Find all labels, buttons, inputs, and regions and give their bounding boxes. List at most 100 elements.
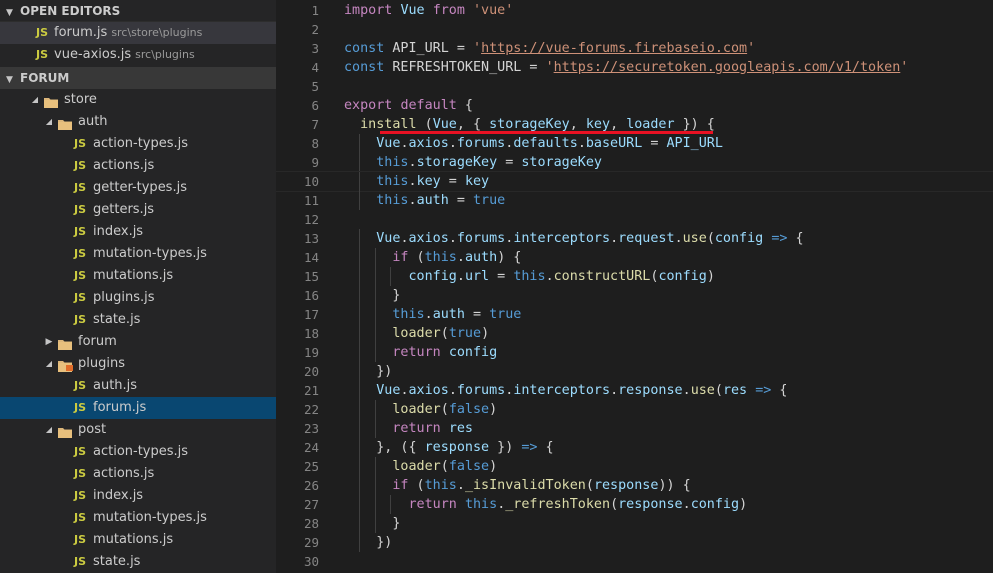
code-line: 9 this.storageKey = storageKey [276,153,993,172]
line-code: loader(true) [344,324,489,343]
open-editor-item[interactable]: JS forum.js src\store\plugins [0,22,276,44]
file-item[interactable]: JS mutations.js [0,529,276,551]
code-token: . [456,250,465,265]
open-editor-name: forum.js [54,25,108,40]
code-token: install [360,117,417,132]
code-token: axios [408,383,449,398]
file-item[interactable]: JS actions.js [0,155,276,177]
js-file-icon: JS [74,269,87,282]
code-token: loader [626,117,675,132]
code-token: constructURL [553,269,651,284]
file-item[interactable]: JS auth.js [0,375,276,397]
code-token: config [448,345,498,360]
code-token: ) [706,269,715,284]
code-token: return [392,345,441,360]
file-item[interactable]: JS index.js [0,485,276,507]
folder-open-icon [58,424,72,438]
code-editor[interactable]: 1 import Vue from 'vue' 2 3 const API_URL = … [276,0,993,573]
code-token: . [448,383,457,398]
file-item[interactable]: JS getter-types.js [0,177,276,199]
line-code: const REFRESHTOKEN_URL = 'https://secure… [344,58,908,77]
plugin-folder-icon [58,358,73,372]
chevron-right-icon[interactable]: ▶ [43,331,55,353]
folder-icon [58,336,72,350]
chevron-down-icon[interactable]: ◢ [43,419,55,441]
line-number: 24 [303,440,319,455]
code-token: ' [545,60,554,75]
line-code: const API_URL = 'https://vue-forums.fire… [344,39,755,58]
file-item[interactable]: JS getters.js [0,199,276,221]
file-item[interactable]: JS action-types.js [0,133,276,155]
line-number: 27 [303,497,319,512]
line-number: 29 [303,535,319,550]
code-token: { [787,231,804,246]
code-token: }) { [674,117,715,132]
code-line: 29 }) [276,533,993,552]
folder-name: store [64,92,97,107]
code-token: , { [456,117,490,132]
file-item[interactable]: JS mutations.js [0,265,276,287]
file-item[interactable]: JS index.js [0,221,276,243]
code-token: = [489,269,514,284]
file-item[interactable]: JS action-types.js [0,441,276,463]
file-item[interactable]: JS state.js [0,309,276,331]
code-token: true [489,307,522,322]
code-token: = [464,307,490,322]
folder-auth[interactable]: ◢ auth [0,111,276,133]
line-number: 1 [311,3,319,18]
open-editor-path: src\store\plugins [111,26,203,39]
file-name: getter-types.js [93,180,187,195]
code-line: 14 if (this.auth) { [276,248,993,267]
file-item[interactable]: JS mutation-types.js [0,507,276,529]
line-number: 12 [303,212,319,227]
folder-store[interactable]: ◢ store [0,89,276,111]
code-token: ) { [497,250,522,265]
chevron-down-icon: ▼ [6,75,13,85]
code-token: if [392,478,409,493]
open-editor-item[interactable]: JS vue-axios.js src\plugins [0,44,276,66]
code-line: 25 loader(false) [276,457,993,476]
file-item[interactable]: JS actions.js [0,463,276,485]
code-line: 5 [276,77,993,96]
folder-post[interactable]: ◢ post [0,419,276,441]
file-item[interactable]: JS forum.js [0,397,276,419]
line-code: Vue.axios.forums.defaults.baseURL = API_… [344,134,723,153]
file-name: plugins.js [93,290,155,305]
chevron-down-icon[interactable]: ◢ [43,111,55,133]
code-token: response [593,478,659,493]
code-token: loader [392,459,441,474]
file-item[interactable]: JS state.js [0,551,276,573]
code-line: 1 import Vue from 'vue' [276,1,993,20]
code-token: . [682,383,691,398]
code-token: . [448,136,457,151]
code-line: 15 config.url = this.constructURL(config… [276,267,993,286]
code-token: return [408,497,457,512]
line-code: } [344,286,400,305]
code-token: } [344,516,401,531]
js-file-icon: JS [74,247,87,260]
line-number: 30 [303,554,319,569]
line-code: } [344,514,400,533]
code-line: 18 loader(true) [276,324,993,343]
project-header[interactable]: ▼ FORUM [0,67,276,89]
chevron-down-icon[interactable]: ◢ [29,89,41,111]
code-token: , [610,117,627,132]
code-token: )) { [658,478,691,493]
file-item[interactable]: JS plugins.js [0,287,276,309]
file-name: index.js [93,488,144,503]
line-code: this.storageKey = storageKey [344,153,602,172]
file-tree: ◢ store ◢ auth JS action-types.js JS actions.js… [0,89,276,573]
code-token: ( [585,478,594,493]
open-editors-header[interactable]: ▼ OPEN EDITORS [0,0,276,22]
code-token: ( [610,497,619,512]
file-item[interactable]: JS mutation-types.js [0,243,276,265]
folder-plugins[interactable]: ◢ plugins [0,353,276,375]
line-code: this.auth = true [344,191,505,210]
code-line: 11 this.auth = true [276,191,993,210]
chevron-down-icon[interactable]: ◢ [43,353,55,375]
folder-forum[interactable]: ▶ forum [0,331,276,353]
